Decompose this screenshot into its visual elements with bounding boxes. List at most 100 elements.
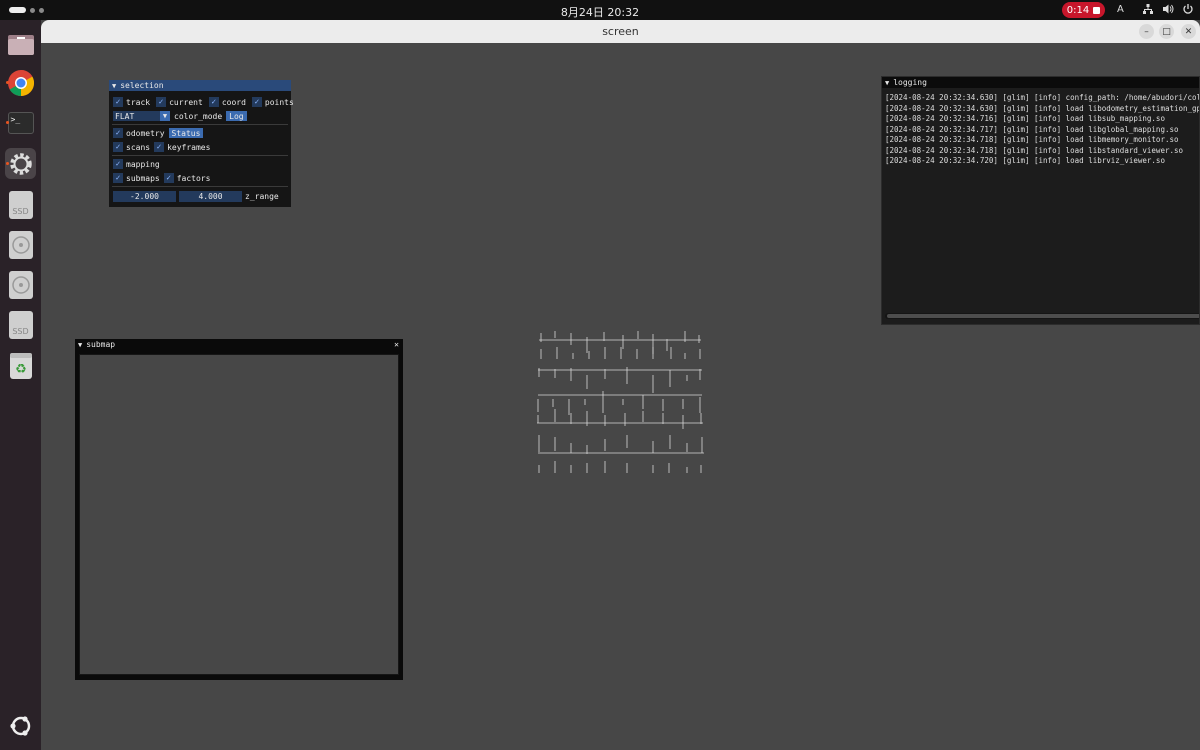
checkmark-icon: ✓ — [208, 97, 219, 107]
running-indicator — [6, 162, 9, 165]
track-checkbox[interactable]: ✓ track — [113, 97, 150, 107]
selection-panel[interactable]: ▼ selection ✓ track ✓ current ✓ coord ✓ poin… — [109, 80, 294, 207]
log-line: [2024-08-24 20:32:34.716] [glim] [info] … — [885, 114, 1165, 123]
input-method-indicator[interactable]: A — [1117, 4, 1124, 15]
window-title: screen — [602, 25, 639, 38]
scans-checkbox[interactable]: ✓ scans — [113, 142, 150, 152]
minimize-button[interactable]: – — [1139, 24, 1154, 39]
minimize-icon: – — [1144, 26, 1149, 37]
dock-item-chrome[interactable] — [5, 67, 36, 98]
logging-panel-title: logging — [893, 78, 927, 87]
z-range-row: -2.000 4.000 z_range — [113, 190, 279, 202]
status-button[interactable]: Status — [168, 128, 204, 138]
checkmark-icon: ✓ — [156, 97, 167, 107]
svg-text:♻: ♻ — [15, 362, 27, 377]
dock-item-ssd-drive[interactable]: SSD — [5, 309, 36, 340]
ssd-drive-icon: SSD — [8, 190, 33, 219]
divider — [112, 124, 288, 125]
selection-panel-title: selection — [120, 81, 164, 90]
logging-panel-header[interactable]: ▼ logging — [882, 77, 1199, 88]
log-line: [2024-08-24 20:32:34.630] [glim] [info] … — [885, 103, 1200, 113]
divider — [112, 155, 288, 156]
collapse-triangle-icon[interactable]: ▼ — [112, 82, 116, 90]
recording-time: 0:14 — [1066, 4, 1090, 16]
clock[interactable]: 8月24日 20:32 — [0, 4, 1200, 20]
chrome-icon — [7, 69, 34, 96]
window-titlebar[interactable]: screen – □ ✕ — [41, 20, 1200, 43]
z-range-label: z_range — [245, 191, 279, 201]
dock-item-files[interactable] — [5, 28, 36, 59]
trash-icon: ♻ — [9, 352, 32, 379]
points-checkbox[interactable]: ✓ points — [251, 97, 294, 107]
log-line: [2024-08-24 20:32:34.718] [glim] [info] … — [885, 145, 1184, 155]
log-output: [2024-08-24 20:32:34.630] [glim] [info] … — [885, 93, 1200, 167]
log-button[interactable]: Log — [226, 111, 247, 121]
system-tray[interactable] — [1142, 3, 1194, 15]
dock-item-disc[interactable] — [5, 229, 36, 260]
coord-checkbox[interactable]: ✓ coord — [208, 97, 246, 107]
dock-item-terminal[interactable]: >_ — [5, 107, 36, 138]
log-line: [2024-08-24 20:32:34.717] [glim] [info] … — [885, 124, 1179, 134]
odometry-checkbox[interactable]: ✓ odometry — [113, 128, 165, 138]
checkmark-icon: ✓ — [113, 159, 123, 169]
z-range-min-input[interactable]: -2.000 — [113, 190, 176, 202]
scrollbar-thumb[interactable] — [887, 314, 1199, 318]
maximize-button[interactable]: □ — [1159, 24, 1174, 39]
network-icon — [1143, 4, 1153, 14]
submap-panel[interactable]: ▼ submap ✕ — [75, 339, 403, 680]
logging-panel[interactable]: ▼ logging [2024-08-24 20:32:34.630] [gli… — [881, 76, 1200, 325]
ubuntu-logo-icon — [9, 715, 30, 736]
factors-checkbox[interactable]: ✓ factors — [163, 173, 210, 183]
checkmark-icon: ✓ — [154, 142, 165, 152]
dock-item-show-apps[interactable] — [5, 710, 36, 741]
dock-item-settings[interactable] — [5, 148, 36, 179]
ssd-drive-icon: SSD — [8, 310, 33, 339]
checkmark-icon: ✓ — [163, 173, 174, 183]
keyframes-checkbox[interactable]: ✓ keyframes — [154, 142, 210, 152]
dock-item-disc[interactable] — [5, 269, 36, 300]
close-icon[interactable]: ✕ — [394, 340, 399, 349]
3d-viewport[interactable]: ▼ selection ✓ track ✓ current ✓ coord ✓ poin… — [41, 43, 1200, 750]
dock-item-trash[interactable]: ♻ — [5, 349, 36, 380]
gear-icon — [9, 152, 32, 175]
selection-panel-header[interactable]: ▼ selection — [109, 80, 291, 91]
odometry-options-row: ✓ scans ✓ keyframes — [113, 141, 210, 153]
checkmark-icon: ✓ — [251, 97, 262, 107]
close-window-button[interactable]: ✕ — [1181, 24, 1196, 39]
collapse-triangle-icon[interactable]: ▼ — [78, 341, 82, 349]
mapping-row: ✓ mapping — [113, 158, 160, 170]
submap-panel-title: submap — [86, 340, 116, 349]
z-range-max-input[interactable]: 4.000 — [179, 190, 242, 202]
log-line: [2024-08-24 20:32:34.630] [glim] [info] … — [885, 93, 1200, 102]
odometry-row: ✓ odometry Status — [113, 127, 204, 139]
app-window: screen – □ ✕ ▼ selection ✓ track ✓ current… — [41, 20, 1200, 750]
divider — [112, 186, 288, 187]
submap-canvas[interactable] — [79, 354, 399, 675]
disc-icon — [8, 230, 33, 259]
log-line: [2024-08-24 20:32:34.718] [glim] [info] … — [885, 135, 1179, 144]
checkmark-icon: ✓ — [113, 173, 123, 183]
close-icon: ✕ — [1184, 26, 1193, 37]
submaps-checkbox[interactable]: ✓ submaps — [113, 173, 160, 183]
submap-panel-header[interactable]: ▼ submap ✕ — [75, 339, 403, 350]
checkmark-icon: ✓ — [113, 128, 123, 138]
color-mode-label: color_mode — [174, 111, 223, 121]
horizontal-scrollbar[interactable] — [885, 313, 1199, 319]
stop-icon — [1093, 6, 1101, 14]
volume-icon — [1163, 4, 1174, 14]
color-mode-select[interactable]: FLAT ▼ — [113, 111, 170, 121]
current-checkbox[interactable]: ✓ current — [156, 97, 203, 107]
color-mode-row: FLAT ▼ color_mode Log — [113, 110, 247, 122]
dock-item-ssd-drive[interactable]: SSD — [5, 189, 36, 220]
log-line: [2024-08-24 20:32:34.720] [glim] [info] … — [885, 156, 1165, 165]
mapping-options-row: ✓ submaps ✓ factors — [113, 172, 210, 184]
display-options-row: ✓ track ✓ current ✓ coord ✓ points — [113, 96, 294, 108]
running-indicator — [6, 121, 9, 124]
mapping-checkbox[interactable]: ✓ mapping — [113, 159, 160, 169]
collapse-triangle-icon[interactable]: ▼ — [885, 79, 889, 87]
screen-recording-indicator[interactable]: 0:14 — [1062, 2, 1105, 18]
disc-icon — [8, 270, 33, 299]
top-bar: 8月24日 20:32 0:14 A — [0, 0, 1200, 20]
checkmark-icon: ✓ — [113, 97, 123, 107]
dock: >_ SSD SSD ♻ — [0, 20, 41, 750]
